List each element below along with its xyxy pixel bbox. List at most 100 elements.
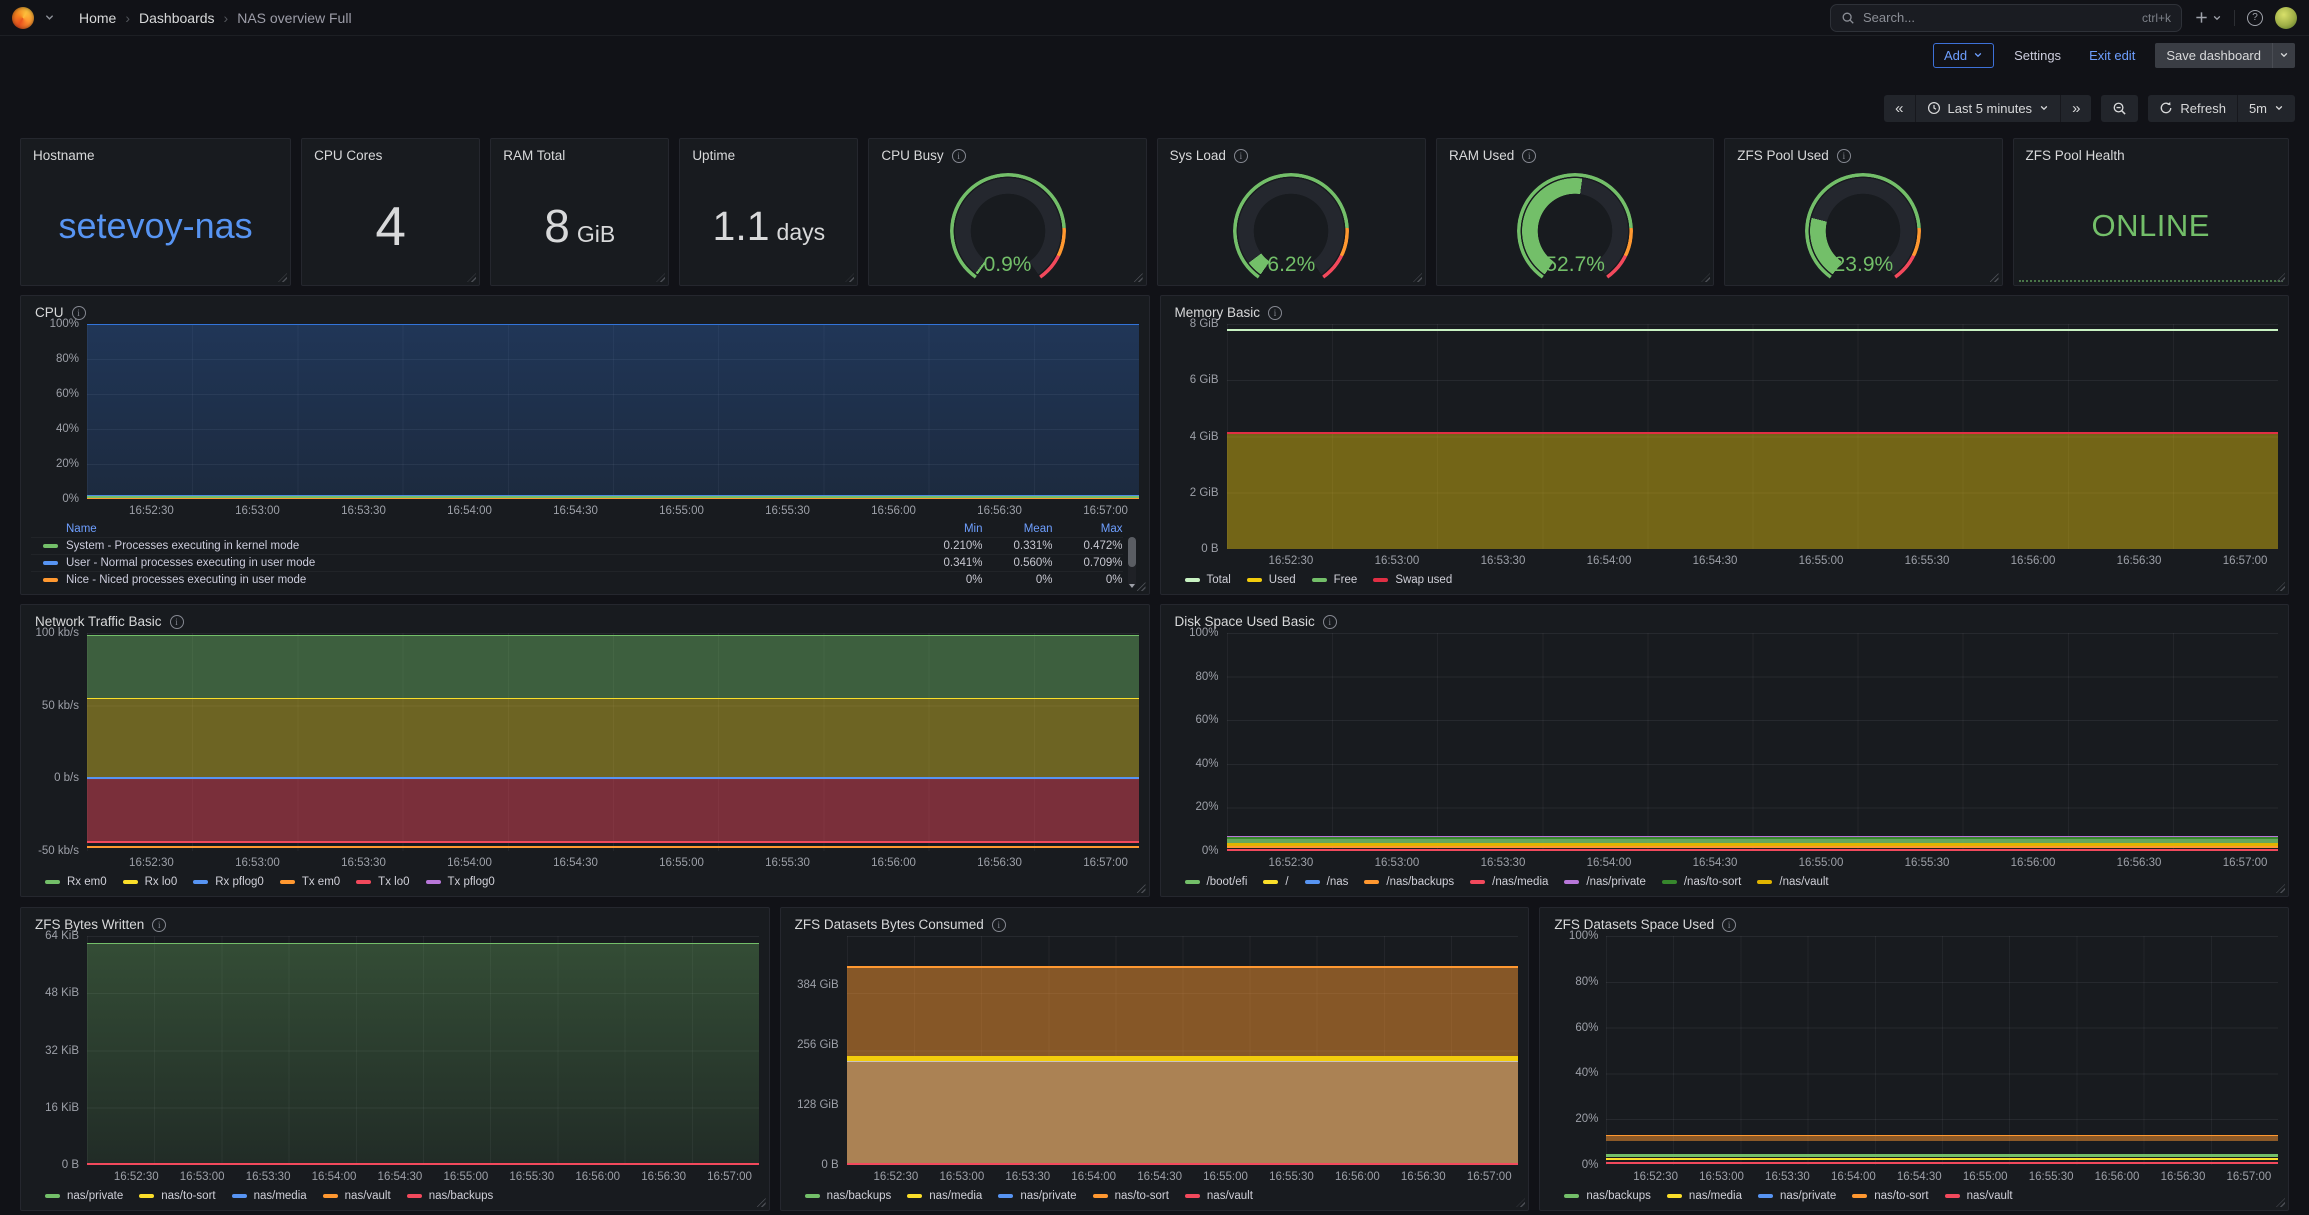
legend-item[interactable]: /nas/private — [1564, 876, 1645, 888]
add-panel-button[interactable]: Add — [1933, 43, 1994, 68]
info-icon[interactable]: i — [152, 918, 166, 932]
legend-item[interactable]: nas/private — [1758, 1190, 1836, 1202]
refresh-interval-picker[interactable]: 5m — [2237, 95, 2295, 122]
info-icon[interactable]: i — [1323, 615, 1337, 629]
panel-title[interactable]: Uptime — [692, 148, 735, 163]
legend-item[interactable]: Tx lo0 — [356, 876, 409, 888]
x-tick-label: 16:54:00 — [1587, 555, 1632, 567]
zoom-out-button[interactable] — [2101, 95, 2138, 122]
legend-item[interactable]: /boot/efi — [1185, 876, 1248, 888]
panel-title[interactable]: ZFS Pool Used — [1737, 148, 1829, 163]
legend-item[interactable]: Used — [1247, 574, 1296, 586]
legend-table-row[interactable]: User - Normal processes executing in use… — [31, 554, 1123, 571]
legend-item[interactable]: nas/media — [907, 1190, 982, 1202]
scrollbar[interactable] — [1128, 537, 1136, 587]
legend-item[interactable]: /nas/backups — [1364, 876, 1454, 888]
legend-item[interactable]: Rx lo0 — [123, 876, 178, 888]
memory-chart-plot[interactable] — [1227, 324, 2279, 549]
exit-edit-button[interactable]: Exit edit — [2081, 44, 2143, 67]
info-icon[interactable]: i — [1837, 149, 1851, 163]
legend-item[interactable]: nas/backups — [407, 1190, 494, 1202]
column-header[interactable]: Name — [66, 523, 97, 535]
legend-item[interactable]: /nas/vault — [1757, 876, 1828, 888]
legend-item[interactable]: / — [1263, 876, 1288, 888]
column-header[interactable]: Min — [913, 523, 983, 535]
network-chart-plot[interactable] — [87, 633, 1139, 851]
legend-item[interactable]: /nas/media — [1470, 876, 1548, 888]
avatar[interactable] — [2275, 7, 2297, 29]
panel-title[interactable]: ZFS Pool Health — [2026, 148, 2125, 163]
legend-item[interactable]: nas/to-sort — [139, 1190, 215, 1202]
legend-item[interactable]: nas/to-sort — [1093, 1190, 1169, 1202]
breadcrumb-dashboards[interactable]: Dashboards — [139, 10, 215, 26]
panel-title[interactable]: RAM Total — [503, 148, 565, 163]
legend-item[interactable]: Tx em0 — [280, 876, 340, 888]
legend: Total Used Free Swap used — [1171, 567, 2279, 588]
panel-title[interactable]: Hostname — [33, 148, 95, 163]
info-icon[interactable]: i — [170, 615, 184, 629]
time-range-picker[interactable]: Last 5 minutes — [1915, 95, 2061, 122]
grafana-logo[interactable] — [12, 7, 34, 29]
legend-table-row[interactable]: System - Processes executing in kernel m… — [31, 537, 1123, 554]
time-shift-back-button[interactable]: « — [1884, 95, 1914, 122]
legend-item[interactable]: /nas — [1305, 876, 1349, 888]
info-icon[interactable]: i — [1268, 306, 1282, 320]
legend-table-row[interactable]: Nice - Niced processes executing in user… — [31, 571, 1123, 588]
x-tick-label: 16:56:00 — [1335, 1171, 1380, 1183]
info-icon[interactable]: i — [1722, 918, 1736, 932]
legend-item[interactable]: Rx pflog0 — [193, 876, 264, 888]
refresh-button[interactable]: Refresh — [2148, 95, 2237, 122]
legend-item[interactable]: nas/media — [1667, 1190, 1742, 1202]
scrollbar-thumb[interactable] — [1128, 537, 1136, 567]
legend-item[interactable]: Free — [1312, 574, 1358, 586]
column-header[interactable]: Max — [1053, 523, 1123, 535]
time-shift-forward-button[interactable]: » — [2060, 95, 2091, 122]
panel-title[interactable]: CPU Busy — [881, 148, 943, 163]
legend-item[interactable]: nas/vault — [1185, 1190, 1253, 1202]
panel-title[interactable]: Sys Load — [1170, 148, 1226, 163]
column-header[interactable]: Mean — [983, 523, 1053, 535]
breadcrumb-home[interactable]: Home — [79, 10, 116, 26]
legend-item[interactable]: nas/media — [232, 1190, 307, 1202]
save-options-chevron[interactable] — [2272, 43, 2295, 68]
zfs-consumed-chart-plot[interactable] — [847, 936, 1519, 1165]
panel-title[interactable]: CPU Cores — [314, 148, 382, 163]
panel-title[interactable]: ZFS Datasets Bytes Consumed — [795, 917, 984, 932]
x-tick-label: 16:53:30 — [1765, 1171, 1810, 1183]
new-menu-button[interactable] — [2194, 10, 2222, 25]
x-tick-label: 16:57:00 — [2223, 555, 2268, 567]
settings-button[interactable]: Settings — [2006, 44, 2069, 67]
legend-item[interactable]: Tx pflog0 — [426, 876, 495, 888]
info-icon[interactable]: i — [1522, 149, 1536, 163]
zfs-space-chart-plot[interactable] — [1606, 936, 2278, 1165]
legend-item[interactable]: nas/backups — [1564, 1190, 1651, 1202]
panel-title[interactable]: RAM Used — [1449, 148, 1514, 163]
legend-item[interactable]: /nas/to-sort — [1662, 876, 1742, 888]
legend-item[interactable]: Swap used — [1373, 574, 1452, 586]
series-color-swatch — [123, 880, 138, 884]
help-button[interactable]: ? — [2247, 10, 2263, 26]
disk-chart-plot[interactable] — [1227, 633, 2279, 851]
panel-memory-basic: Memory Basici 8 GiB6 GiB4 GiB2 GiB0 B 16… — [1160, 295, 2290, 595]
breadcrumb-separator: › — [224, 10, 229, 26]
legend-item[interactable]: Total — [1185, 574, 1231, 586]
zfs-written-chart-plot[interactable] — [87, 936, 759, 1165]
cpu-chart-plot[interactable] — [87, 324, 1139, 499]
info-icon[interactable]: i — [1234, 149, 1248, 163]
legend-item[interactable]: nas/backups — [805, 1190, 892, 1202]
legend-item[interactable]: nas/private — [998, 1190, 1076, 1202]
chevron-down-icon[interactable] — [44, 12, 55, 23]
info-icon[interactable]: i — [952, 149, 966, 163]
legend-item[interactable]: nas/vault — [1945, 1190, 2013, 1202]
legend-item[interactable]: nas/to-sort — [1852, 1190, 1928, 1202]
panel-zfs-pool-used: ZFS Pool Usedi 23.9% — [1724, 138, 2002, 286]
plus-icon — [2194, 10, 2209, 25]
legend-item[interactable]: Rx em0 — [45, 876, 107, 888]
legend-item[interactable]: nas/private — [45, 1190, 123, 1202]
info-icon[interactable]: i — [992, 918, 1006, 932]
series-color-swatch — [1185, 880, 1200, 884]
legend-item[interactable]: nas/vault — [323, 1190, 391, 1202]
save-dashboard-button[interactable]: Save dashboard — [2155, 43, 2295, 68]
search-input[interactable]: Search... ctrl+k — [1830, 4, 2182, 32]
scroll-down-arrow[interactable] — [1129, 584, 1135, 588]
